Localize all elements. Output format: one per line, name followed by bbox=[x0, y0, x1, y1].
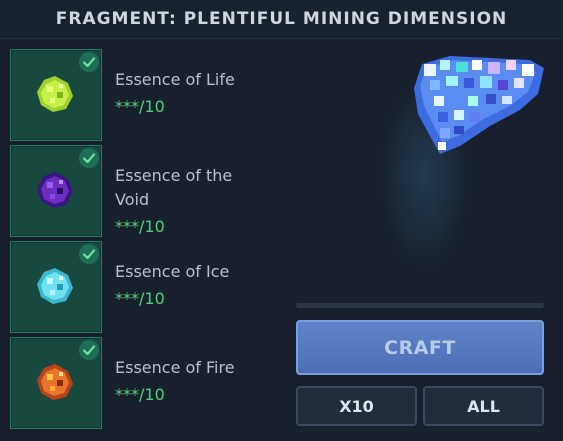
ingredient-name: Essence of the Void bbox=[115, 166, 233, 209]
craft-x10-button[interactable]: X10 bbox=[296, 386, 417, 426]
dimension-fragment-icon bbox=[414, 56, 544, 154]
page-title: FRAGMENT: PLENTIFUL MINING DIMENSION bbox=[55, 9, 508, 29]
craft-button[interactable]: CRAFT bbox=[296, 320, 544, 375]
ingredient-item-void[interactable]: Essence of the Void ***/10 bbox=[10, 145, 270, 237]
craft-progress-bar bbox=[296, 303, 544, 308]
craft-all-button[interactable]: ALL bbox=[423, 386, 544, 426]
check-icon bbox=[79, 148, 99, 168]
void-essence-icon bbox=[37, 172, 73, 208]
ingredient-count: ***/10 bbox=[115, 385, 165, 404]
ingredient-slot[interactable] bbox=[10, 337, 102, 429]
ingredient-slot[interactable] bbox=[10, 241, 102, 333]
ingredient-item-ice[interactable]: Essence of Ice ***/10 bbox=[10, 241, 270, 333]
ingredient-name: Essence of Life bbox=[115, 70, 235, 89]
ice-essence-icon bbox=[37, 268, 73, 304]
ingredient-slot[interactable] bbox=[10, 145, 102, 237]
ingredient-item-life[interactable]: Essence of Life ***/10 bbox=[10, 49, 270, 141]
life-essence-icon bbox=[37, 76, 73, 112]
check-icon bbox=[79, 244, 99, 264]
title-bar: FRAGMENT: PLENTIFUL MINING DIMENSION bbox=[0, 0, 563, 39]
ingredient-count: ***/10 bbox=[115, 289, 165, 308]
ingredient-item-fire[interactable]: Essence of Fire ***/10 bbox=[10, 337, 270, 429]
fire-essence-icon bbox=[37, 364, 73, 400]
ingredient-slot[interactable] bbox=[10, 49, 102, 141]
ingredient-name: Essence of Ice bbox=[115, 262, 230, 281]
ingredient-name: Essence of Fire bbox=[115, 358, 235, 377]
check-icon bbox=[79, 340, 99, 360]
ingredient-count: ***/10 bbox=[115, 217, 165, 236]
ingredient-count: ***/10 bbox=[115, 97, 165, 116]
check-icon bbox=[79, 52, 99, 72]
